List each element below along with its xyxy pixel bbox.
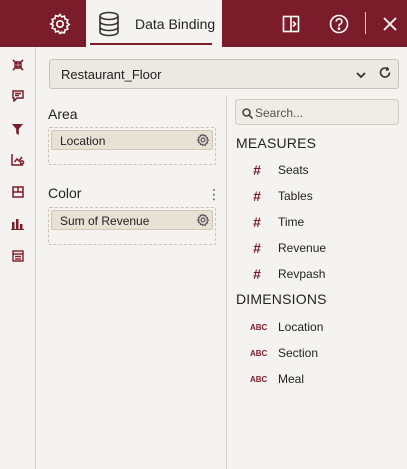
more-options-icon[interactable]: ⋮	[207, 186, 221, 203]
measure-name: Revenue	[278, 241, 327, 255]
measure-type-icon: #	[253, 188, 261, 204]
area-section-title: Area	[48, 106, 78, 122]
search-input[interactable]: Search...	[235, 99, 399, 125]
gear-icon[interactable]	[196, 213, 210, 232]
area-field-pill[interactable]: Location	[51, 130, 213, 150]
dataset-select-value: Restaurant_Floor	[61, 67, 162, 82]
table-layout-icon[interactable]	[0, 182, 35, 202]
measure-type-icon: #	[253, 240, 261, 256]
gear-icon[interactable]	[44, 0, 76, 47]
measure-name: Time	[278, 215, 305, 229]
database-icon	[98, 10, 122, 38]
bar-chart-icon[interactable]	[0, 214, 35, 234]
color-field-pill[interactable]: Sum of Revenue	[51, 210, 213, 230]
measure-type-icon: #	[253, 266, 261, 282]
tab-data-binding[interactable]: Data Binding	[86, 0, 222, 47]
dimension-type-icon: ABC	[250, 322, 268, 332]
dimensions-header: DIMENSIONS	[236, 291, 327, 307]
measure-item[interactable]: # Time	[250, 213, 304, 231]
refresh-icon[interactable]	[378, 66, 392, 85]
measure-item[interactable]: # Tables	[250, 187, 313, 205]
area-dropzone[interactable]: Location	[48, 127, 216, 165]
dataset-select[interactable]: Restaurant_Floor	[49, 59, 399, 89]
search-placeholder: Search...	[255, 106, 304, 120]
dimension-name: Section	[278, 346, 319, 360]
tab-data-binding-label: Data Binding	[135, 15, 216, 32]
help-icon[interactable]	[328, 0, 350, 47]
measure-item[interactable]: # Revenue	[250, 239, 326, 257]
gear-icon[interactable]	[196, 133, 210, 152]
measure-item[interactable]: # Revpash	[250, 265, 325, 283]
chevron-down-icon[interactable]	[355, 68, 367, 86]
dimension-item[interactable]: ABC Location	[250, 318, 323, 336]
measure-type-icon: #	[253, 214, 261, 230]
area-field-label: Location	[60, 134, 106, 148]
filter-icon[interactable]	[0, 119, 35, 139]
chart-settings-icon[interactable]	[0, 149, 35, 169]
toolbar-divider	[365, 12, 366, 34]
dimension-item[interactable]: ABC Meal	[250, 370, 304, 388]
measure-name: Seats	[278, 163, 309, 177]
dimension-type-icon: ABC	[250, 374, 268, 384]
color-section-title: Color	[48, 185, 82, 201]
panel-toggle-icon[interactable]	[280, 0, 302, 47]
color-field-label: Sum of Revenue	[60, 214, 150, 228]
dimension-name: Location	[278, 320, 324, 334]
tab-active-indicator	[90, 43, 212, 45]
data-table-icon[interactable]	[0, 246, 35, 266]
close-icon[interactable]	[380, 0, 400, 47]
measures-header: MEASURES	[236, 135, 317, 151]
color-dropzone[interactable]: Sum of Revenue	[48, 207, 216, 245]
measure-name: Tables	[278, 189, 313, 203]
dimension-item[interactable]: ABC Section	[250, 344, 318, 362]
dimension-type-icon: ABC	[250, 348, 268, 358]
comment-icon[interactable]	[0, 86, 35, 106]
collapse-arrows-icon[interactable]	[0, 55, 35, 75]
search-icon	[242, 106, 254, 124]
sidebar	[0, 47, 36, 469]
measure-type-icon: #	[253, 162, 261, 178]
measure-name: Revpash	[278, 267, 326, 281]
dimension-name: Meal	[278, 372, 305, 386]
top-toolbar: Data Binding	[0, 0, 407, 47]
measure-item[interactable]: # Seats	[250, 161, 309, 179]
